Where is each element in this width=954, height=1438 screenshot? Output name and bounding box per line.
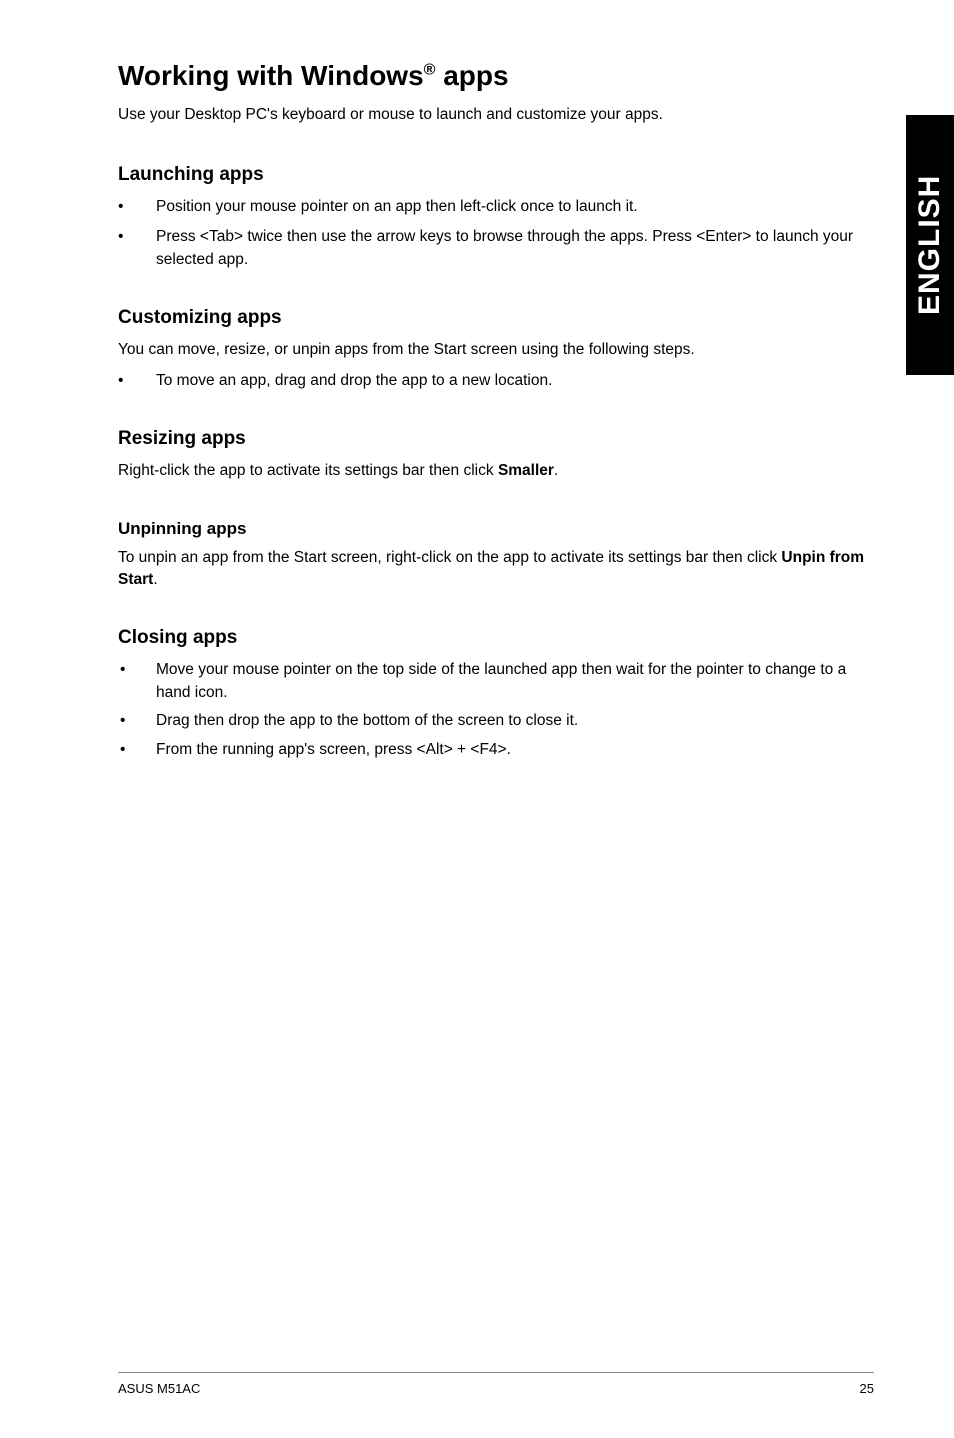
customizing-body: You can move, resize, or unpin apps from… <box>118 339 874 361</box>
list-item: Press <Tab> twice then use the arrow key… <box>118 226 874 271</box>
resizing-body: Right-click the app to activate its sett… <box>118 460 874 482</box>
customizing-heading: Customizing apps <box>118 307 874 329</box>
heading-sup: ® <box>424 62 436 79</box>
closing-list: Move your mouse pointer on the top side … <box>118 659 874 761</box>
list-item: Move your mouse pointer on the top side … <box>118 659 874 704</box>
footer-page-number: 25 <box>860 1381 874 1396</box>
resizing-body-post: . <box>554 462 558 479</box>
launching-list: Position your mouse pointer on an app th… <box>118 196 874 271</box>
list-item: Drag then drop the app to the bottom of … <box>118 710 874 732</box>
launching-heading: Launching apps <box>118 164 874 186</box>
unpinning-body: To unpin an app from the Start screen, r… <box>118 547 874 592</box>
language-side-tab: ENGLISH <box>906 115 954 375</box>
unpinning-body-pre: To unpin an app from the Start screen, r… <box>118 549 781 566</box>
page-footer: ASUS M51AC 25 <box>118 1372 874 1396</box>
unpinning-body-post: . <box>153 571 157 588</box>
footer-left: ASUS M51AC <box>118 1381 200 1396</box>
list-item: Position your mouse pointer on an app th… <box>118 196 874 218</box>
list-item: To move an app, drag and drop the app to… <box>118 370 874 392</box>
resizing-heading: Resizing apps <box>118 428 874 450</box>
intro-text: Use your Desktop PC's keyboard or mouse … <box>118 104 874 126</box>
list-item: From the running app's screen, press <Al… <box>118 739 874 761</box>
page-heading: Working with Windows® apps <box>118 60 874 92</box>
resizing-body-bold: Smaller <box>498 462 554 479</box>
closing-heading: Closing apps <box>118 627 874 649</box>
unpinning-heading: Unpinning apps <box>118 519 874 539</box>
customizing-list: To move an app, drag and drop the app to… <box>118 370 874 392</box>
heading-pre: Working with Windows <box>118 60 424 91</box>
resizing-body-pre: Right-click the app to activate its sett… <box>118 462 498 479</box>
heading-post: apps <box>435 60 508 91</box>
